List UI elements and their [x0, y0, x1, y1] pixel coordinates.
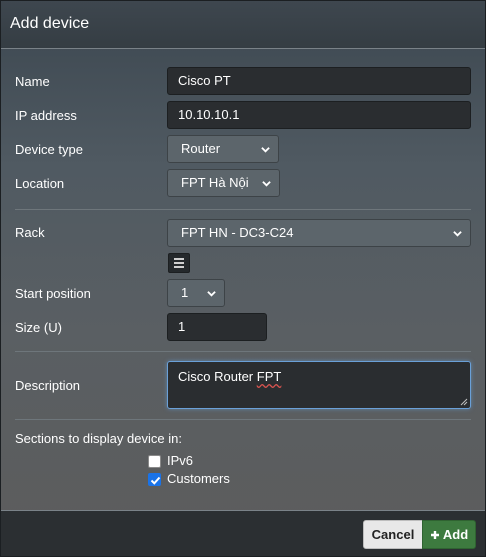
start-position-value: 1: [181, 285, 189, 300]
sections-label: Sections to display device in:: [15, 431, 182, 446]
location-label: Location: [15, 176, 65, 191]
location-value: FPT Hà Nội: [181, 175, 249, 190]
rack-select[interactable]: FPT HN - DC3-C24: [167, 219, 471, 247]
divider: [15, 209, 471, 210]
device-type-select[interactable]: Router: [167, 135, 279, 163]
chevron-down-icon: [207, 291, 216, 297]
rack-label: Rack: [15, 225, 45, 240]
add-device-dialog: Add device Name Cisco PT IP address 10.1…: [0, 0, 486, 557]
dialog-title: Add device: [10, 15, 90, 32]
dialog-header: Add device: [1, 1, 485, 49]
rack-layout-button[interactable]: [168, 253, 190, 273]
location-select[interactable]: FPT Hà Nội: [167, 169, 280, 197]
start-position-label: Start position: [15, 286, 91, 301]
ipv6-checkbox[interactable]: [148, 455, 161, 468]
add-button[interactable]: Add: [422, 520, 476, 549]
chevron-down-icon: [262, 181, 271, 187]
name-input[interactable]: Cisco PT: [167, 67, 471, 95]
description-textarea[interactable]: Cisco Router FPT: [167, 361, 471, 409]
description-text: Cisco Router: [178, 369, 254, 384]
customers-checkbox-label[interactable]: Customers: [167, 471, 230, 486]
description-label: Description: [15, 378, 81, 393]
size-input[interactable]: 1: [167, 313, 267, 341]
add-button-label: Add: [442, 527, 469, 542]
divider: [15, 419, 471, 420]
chevron-down-icon: [453, 231, 462, 237]
rack-value: FPT HN - DC3-C24: [181, 225, 294, 240]
start-position-select[interactable]: 1: [167, 279, 225, 307]
plus-icon: [430, 531, 439, 539]
chevron-down-icon: [261, 147, 270, 153]
device-type-label: Device type: [15, 142, 83, 157]
ipv6-checkbox-label[interactable]: IPv6: [167, 453, 193, 468]
cancel-button[interactable]: Cancel: [363, 520, 423, 549]
device-type-value: Router: [181, 141, 221, 156]
resize-handle-icon[interactable]: [460, 398, 468, 406]
size-label: Size (U): [15, 320, 62, 335]
check-icon: [150, 476, 161, 485]
list-icon: [174, 258, 184, 268]
ip-address-input[interactable]: 10.10.10.1: [167, 101, 471, 129]
divider: [15, 351, 471, 352]
description-text-misspelled: FPT: [256, 369, 282, 384]
name-label: Name: [15, 74, 50, 89]
customers-checkbox[interactable]: [148, 473, 161, 486]
ip-address-label: IP address: [15, 108, 77, 123]
